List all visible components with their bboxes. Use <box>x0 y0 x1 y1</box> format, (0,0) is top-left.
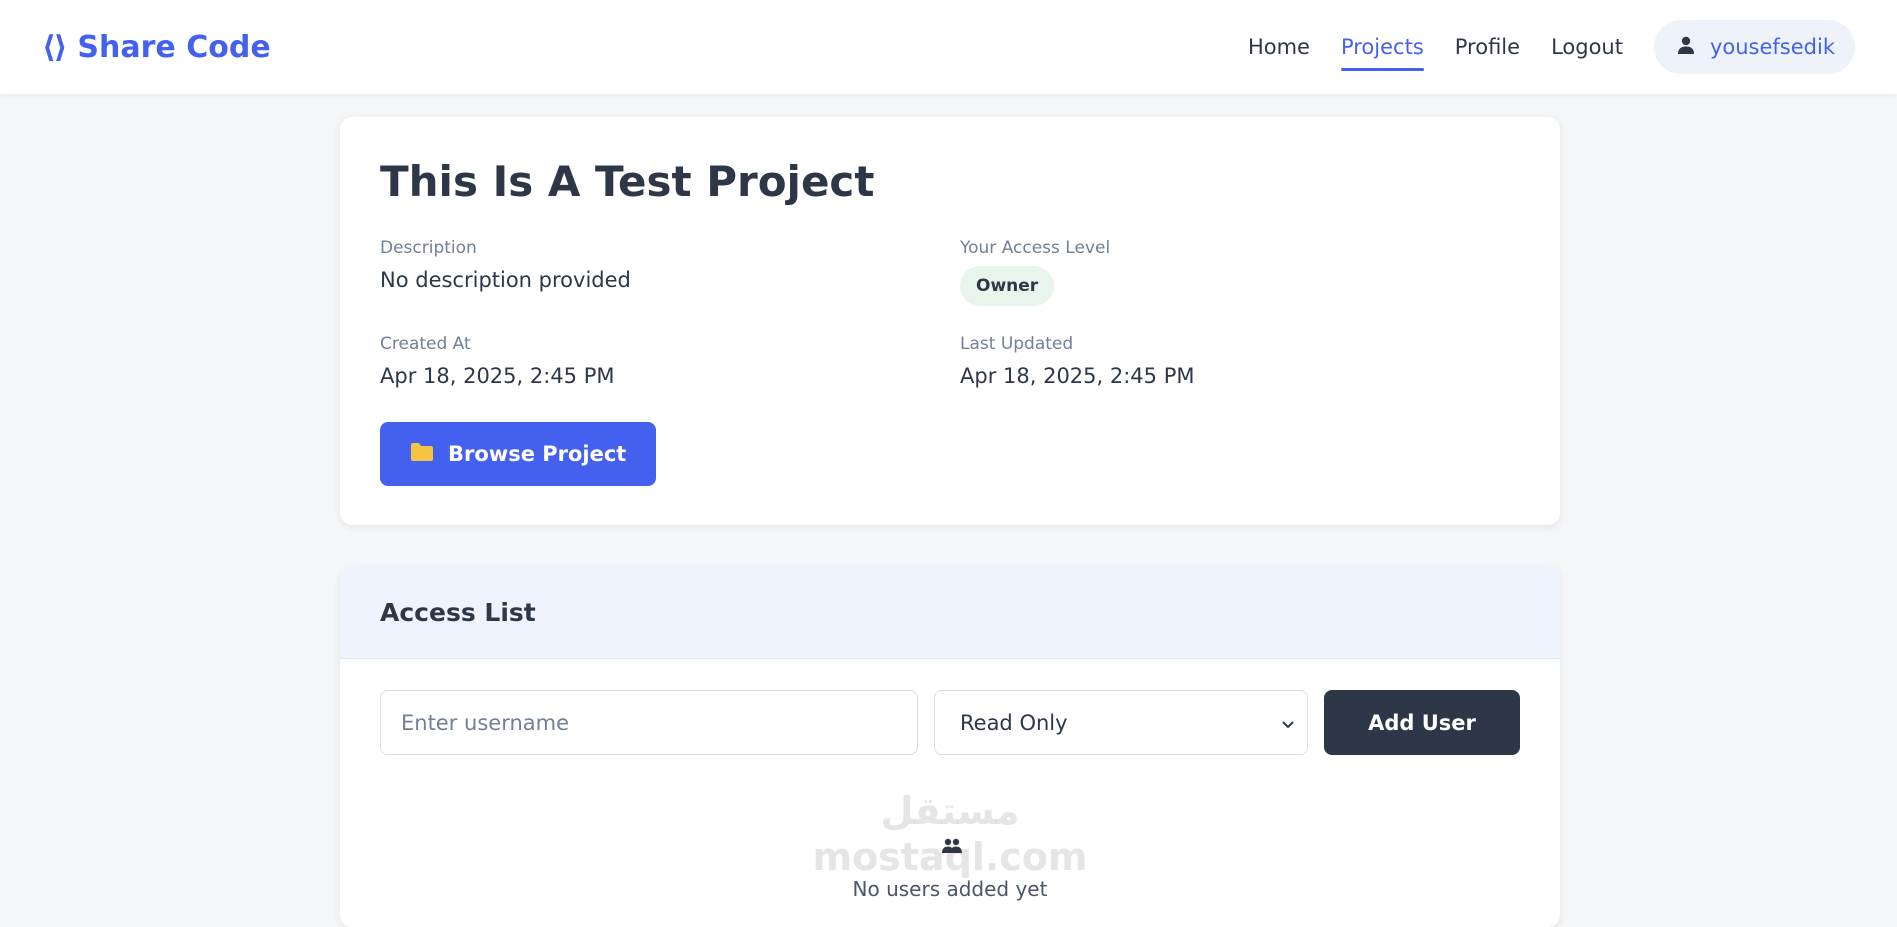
brand-logo[interactable]: ⟨⟩ Share Code <box>42 30 271 65</box>
description-label: Description <box>380 238 477 258</box>
role-select[interactable]: Read Only <box>934 690 1308 755</box>
role-select-value: Read Only <box>960 710 1068 735</box>
description-value: No description provided <box>380 268 631 292</box>
brand-name: Share Code <box>77 29 271 65</box>
project-details-card: This Is A Test Project Description No de… <box>340 117 1560 525</box>
access-list-title: Access List <box>380 598 536 627</box>
empty-access-list: مستقل mostaql.com No users added yet <box>340 789 1560 909</box>
user-icon <box>1676 35 1696 59</box>
access-list-card: Access List Read Only Add User مستقل mos… <box>340 567 1560 927</box>
browse-project-label: Browse Project <box>448 442 627 466</box>
add-user-form: Read Only Add User <box>340 659 1560 755</box>
created-value: Apr 18, 2025, 2:45 PM <box>380 364 615 388</box>
code-icon: ⟨⟩ <box>42 29 67 65</box>
project-title: This Is A Test Project <box>380 157 875 206</box>
access-level-section: Your Access Level Owner <box>960 238 1500 306</box>
username-label: yousefsedik <box>1709 35 1835 59</box>
access-list-header: Access List <box>340 567 1560 659</box>
access-level-label: Your Access Level <box>960 238 1111 258</box>
watermark: مستقل mostaql.com <box>340 789 1560 880</box>
nav-link-projects[interactable]: Projects <box>1340 27 1424 71</box>
access-level-badge: Owner <box>960 266 1055 306</box>
description-section: Description No description provided <box>380 238 960 306</box>
top-navbar: ⟨⟩ Share Code Home Projects Profile Logo… <box>0 0 1897 94</box>
username-input[interactable] <box>380 690 918 755</box>
chevron-down-icon <box>1281 711 1295 735</box>
project-info-grid: Description No description provided Your… <box>380 238 1520 388</box>
folder-icon <box>410 442 434 467</box>
nav-link-home[interactable]: Home <box>1248 27 1310 67</box>
watermark-arabic: مستقل <box>880 789 1020 833</box>
add-user-button[interactable]: Add User <box>1324 690 1520 755</box>
users-icon <box>942 838 962 858</box>
user-menu[interactable]: yousefsedik <box>1653 20 1855 74</box>
browse-project-button[interactable]: Browse Project <box>380 422 657 486</box>
created-section: Created At Apr 18, 2025, 2:45 PM <box>380 334 960 388</box>
updated-value: Apr 18, 2025, 2:45 PM <box>960 364 1195 388</box>
empty-state-text: No users added yet <box>852 877 1048 901</box>
updated-section: Last Updated Apr 18, 2025, 2:45 PM <box>960 334 1500 388</box>
nav-menu: Home Projects Profile Logout yousefsedik <box>1217 20 1855 74</box>
nav-link-logout[interactable]: Logout <box>1551 27 1623 67</box>
created-label: Created At <box>380 334 471 354</box>
updated-label: Last Updated <box>960 334 1074 354</box>
nav-link-profile[interactable]: Profile <box>1455 27 1520 67</box>
